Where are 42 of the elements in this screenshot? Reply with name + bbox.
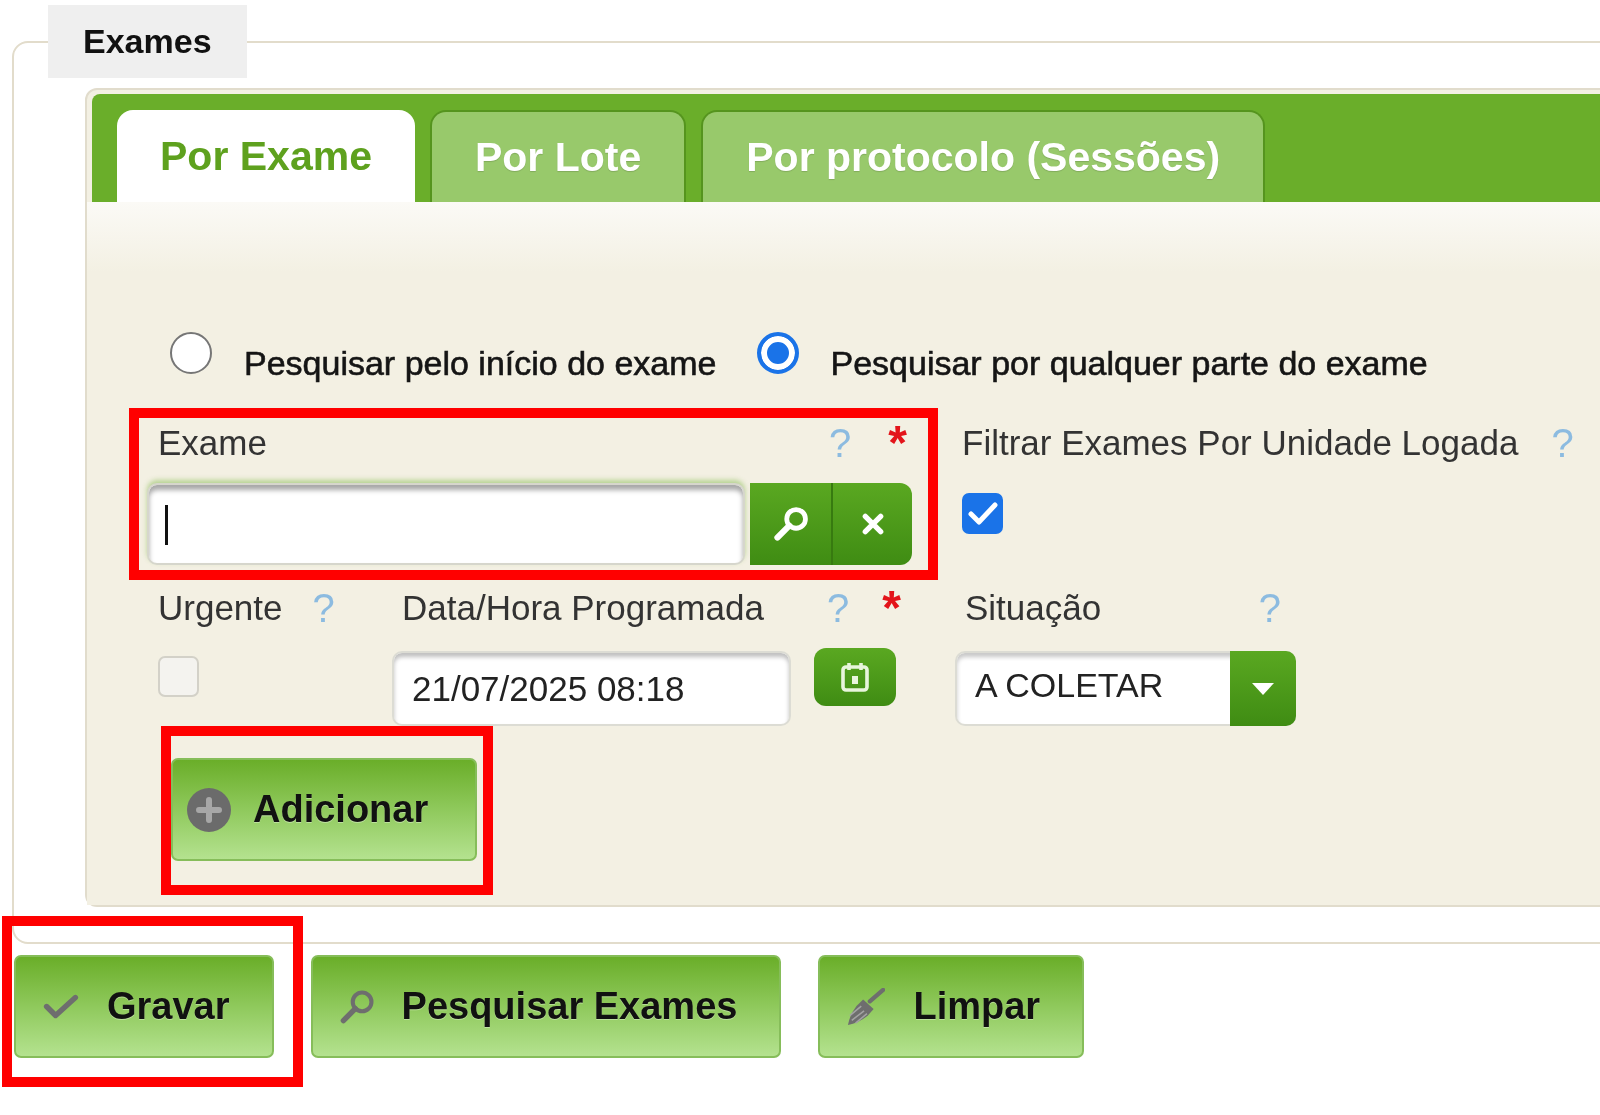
tab[interactable]: Por Exame [117,110,415,202]
date-time-input[interactable]: 21/07/2025 08:18 [392,651,791,726]
exam-input[interactable] [147,483,745,565]
help-mark[interactable]: ? [829,420,852,466]
status-select[interactable]: A COLETAR [955,651,1296,726]
clear-button[interactable] [831,483,912,565]
clear-button[interactable]: Limpar [818,955,1085,1058]
field-label: Filtrar Exames Por Unidade Logada [962,423,1519,463]
search-icon [773,507,808,541]
help-mark[interactable]: ? [312,585,335,631]
calendar-icon [841,662,869,692]
tab[interactable]: Por protocolo (Sessões) [701,110,1266,202]
help-mark[interactable]: ? [827,585,850,631]
select-value: A COLETAR [974,665,1165,706]
search-icon [339,989,374,1024]
required-mark: * [888,423,907,463]
field-label: Data/Hora Programada [401,588,765,628]
checkbox[interactable] [962,493,1003,534]
checkmark-icon [43,993,79,1020]
radio-label: Pesquisar por qualquer parte do exame [830,343,1428,383]
field-label: Exame [157,423,268,463]
caret-down-icon [1252,682,1274,695]
required-mark: * [882,588,901,628]
radio-button[interactable] [756,331,799,374]
field-label: Situação [964,588,1103,628]
help-mark[interactable]: ? [1551,420,1574,466]
help-mark[interactable]: ? [1258,585,1281,631]
broom-icon [847,987,886,1026]
search-button[interactable]: Pesquisar Exames [310,955,782,1058]
field-label: Urgente [157,588,283,628]
search-button[interactable] [750,483,831,565]
add-button[interactable]: Adicionar [171,758,477,861]
fieldset-legend: Exames [48,5,247,78]
radio-button[interactable] [170,331,212,374]
dropdown-button[interactable] [1230,651,1296,726]
close-icon [861,513,884,535]
plus-circle-icon [187,787,231,832]
save-button[interactable]: Gravar [14,955,274,1058]
tab[interactable]: Por Lote [429,110,687,202]
radio-label: Pesquisar pelo início do exame [244,343,717,383]
calendar-button[interactable] [814,648,896,706]
checkmark-icon [967,501,998,526]
